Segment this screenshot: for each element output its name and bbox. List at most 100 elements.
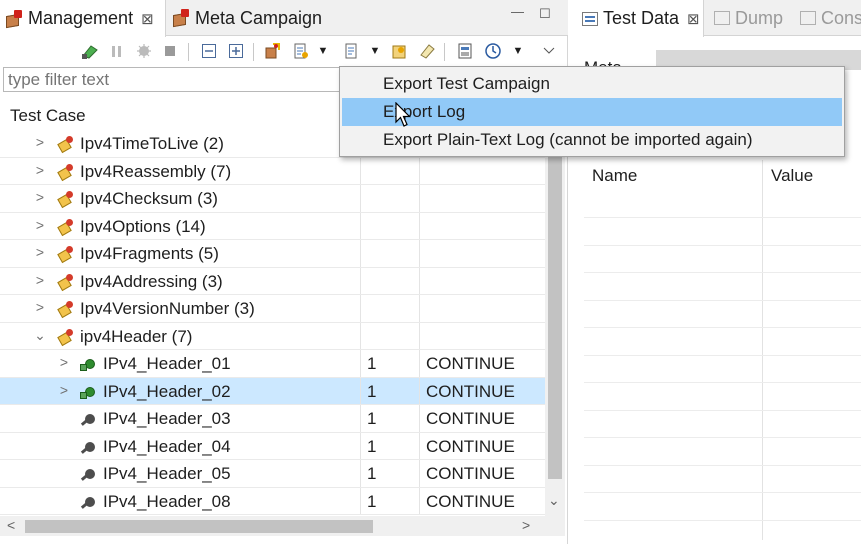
tree-row-label: ipv4Header (7) — [80, 326, 193, 346]
tab-management-label: Management — [28, 8, 134, 28]
tree-row[interactable]: IPv4_Header_05 1 CONTINUE — [0, 460, 545, 488]
tree-row[interactable]: ⌄ ipv4Header (7) — [0, 322, 545, 350]
tree-row[interactable]: IPv4_Header_04 1 CONTINUE — [0, 432, 545, 460]
expand-icon[interactable]: > — [34, 189, 46, 205]
result-cell: CONTINUE — [426, 464, 515, 483]
test-group-icon — [57, 163, 75, 181]
tab-test-data[interactable]: Test Data ⊠ — [572, 0, 704, 37]
stop-icon[interactable] — [160, 41, 180, 61]
vertical-scroll-thumb[interactable] — [548, 104, 562, 479]
right-tab-bar: Test Data ⊠ Dump Cons — [572, 0, 861, 37]
tree-row-label: IPv4_Header_05 — [103, 464, 231, 483]
tree-row[interactable]: > Ipv4Reassembly (7) — [0, 157, 545, 185]
new-campaign-icon[interactable] — [262, 41, 282, 61]
export-dropdown-menu: Export Test Campaign Export Log Export P… — [339, 66, 845, 157]
tree-row[interactable]: IPv4_Header_08 1 CONTINUE — [0, 487, 545, 515]
eraser-icon[interactable] — [417, 41, 437, 61]
tab-meta-campaign-label: Meta Campaign — [195, 7, 323, 28]
result-cell: CONTINUE — [426, 354, 515, 373]
menu-item-export-log[interactable]: Export Log — [342, 98, 842, 126]
tree-row-label: IPv4_Header_03 — [103, 409, 231, 428]
maximize-button[interactable]: ☐ — [539, 6, 553, 21]
tree-row-label: IPv4_Header_01 — [103, 354, 231, 373]
view-toolbar: ▼ ▼ ▼ — [0, 38, 568, 64]
import-icon[interactable] — [291, 41, 311, 61]
tree-row-selected[interactable]: > IPv4_Header_02 1 CONTINUE — [0, 377, 545, 405]
expand-icon[interactable]: > — [34, 162, 46, 178]
tab-management[interactable]: Management ⊠ — [0, 0, 166, 37]
collapse-all-icon[interactable] — [199, 41, 219, 61]
tab-console[interactable]: Cons — [800, 0, 861, 36]
horizontal-scroll-thumb[interactable] — [25, 520, 373, 533]
result-cell: CONTINUE — [426, 491, 515, 511]
expand-icon[interactable]: > — [58, 382, 70, 398]
iteration-cell: 1 — [367, 464, 377, 483]
iteration-cell: 1 — [367, 354, 377, 373]
test-group-icon — [57, 218, 75, 236]
close-icon[interactable]: ⊠ — [141, 10, 154, 28]
tab-test-data-label: Test Data — [603, 8, 680, 28]
tree-row-label: Ipv4Options (14) — [80, 216, 206, 236]
horizontal-scrollbar[interactable]: < > — [0, 516, 545, 536]
dump-icon — [714, 11, 730, 25]
management-icon — [5, 9, 23, 28]
test-case-run-icon — [79, 383, 97, 401]
expand-icon[interactable]: > — [34, 299, 46, 315]
tree-row-label: Ipv4Addressing (3) — [80, 271, 223, 291]
table-icon — [582, 11, 598, 26]
test-case-icon — [79, 438, 97, 456]
pause-icon[interactable] — [107, 41, 127, 61]
tab-dump[interactable]: Dump — [714, 0, 783, 36]
test-data-table: Name Value — [584, 160, 861, 540]
clock-dropdown-icon[interactable]: ▼ — [508, 41, 528, 61]
test-group-icon — [57, 328, 75, 346]
expand-icon[interactable]: > — [58, 354, 70, 370]
tab-meta-campaign[interactable]: Meta Campaign — [170, 0, 322, 36]
expand-icon[interactable]: > — [34, 244, 46, 260]
report-icon[interactable] — [455, 41, 475, 61]
tree-row[interactable]: IPv4_Header_03 1 CONTINUE — [0, 405, 545, 433]
vertical-scrollbar[interactable]: ⌄ — [545, 100, 565, 516]
test-group-icon — [57, 273, 75, 291]
tree-row[interactable]: > Ipv4Checksum (3) — [0, 185, 545, 213]
mouse-cursor-icon — [395, 102, 411, 127]
key-icon[interactable] — [390, 41, 410, 61]
view-menu-icon[interactable] — [539, 41, 559, 61]
name-column-header[interactable]: Name — [592, 166, 637, 186]
scroll-right-icon[interactable]: > — [522, 517, 530, 533]
tree-row[interactable]: > Ipv4Options (14) — [0, 212, 545, 240]
test-case-run-icon — [79, 355, 97, 373]
tab-dump-label: Dump — [735, 7, 784, 28]
tree-row-label: Ipv4Fragments (5) — [80, 244, 219, 263]
menu-item-export-plain-text-log[interactable]: Export Plain-Text Log (cannot be importe… — [342, 126, 842, 154]
run-icon[interactable] — [80, 41, 100, 61]
iteration-cell: 1 — [367, 436, 377, 456]
left-tab-bar: Management ⊠ Meta Campaign — ☐ — [0, 0, 568, 37]
expand-all-icon[interactable] — [226, 41, 246, 61]
tree-row-label: IPv4_Header_04 — [103, 436, 231, 456]
import-dropdown-icon[interactable]: ▼ — [313, 41, 333, 61]
tree-row[interactable]: > Ipv4VersionNumber (3) — [0, 295, 545, 323]
collapse-icon[interactable]: ⌄ — [34, 327, 46, 344]
minimize-button[interactable]: — — [511, 4, 525, 19]
tree-row-label: IPv4_Header_02 — [103, 381, 231, 401]
clock-icon[interactable] — [483, 41, 503, 61]
value-column-header[interactable]: Value — [771, 166, 813, 186]
expand-icon[interactable]: > — [34, 134, 46, 150]
expand-icon[interactable]: > — [34, 217, 46, 233]
console-icon — [800, 11, 816, 25]
test-case-column-title: Test Case — [10, 106, 86, 125]
debug-icon[interactable] — [134, 41, 154, 61]
tree-row-label: IPv4_Header_08 — [103, 491, 231, 511]
export-icon[interactable] — [342, 41, 362, 61]
tree-row[interactable]: > Ipv4Fragments (5) — [0, 240, 545, 268]
tree-row[interactable]: > IPv4_Header_01 1 CONTINUE — [0, 350, 545, 378]
scroll-down-icon[interactable]: ⌄ — [548, 492, 560, 509]
menu-item-export-test-campaign[interactable]: Export Test Campaign — [342, 70, 842, 98]
tree-row[interactable]: > Ipv4Addressing (3) — [0, 267, 545, 295]
export-dropdown-icon[interactable]: ▼ — [365, 41, 385, 61]
expand-icon[interactable]: > — [34, 272, 46, 288]
test-group-icon — [57, 190, 75, 209]
scroll-left-icon[interactable]: < — [7, 517, 15, 533]
close-icon[interactable]: ⊠ — [687, 10, 700, 28]
